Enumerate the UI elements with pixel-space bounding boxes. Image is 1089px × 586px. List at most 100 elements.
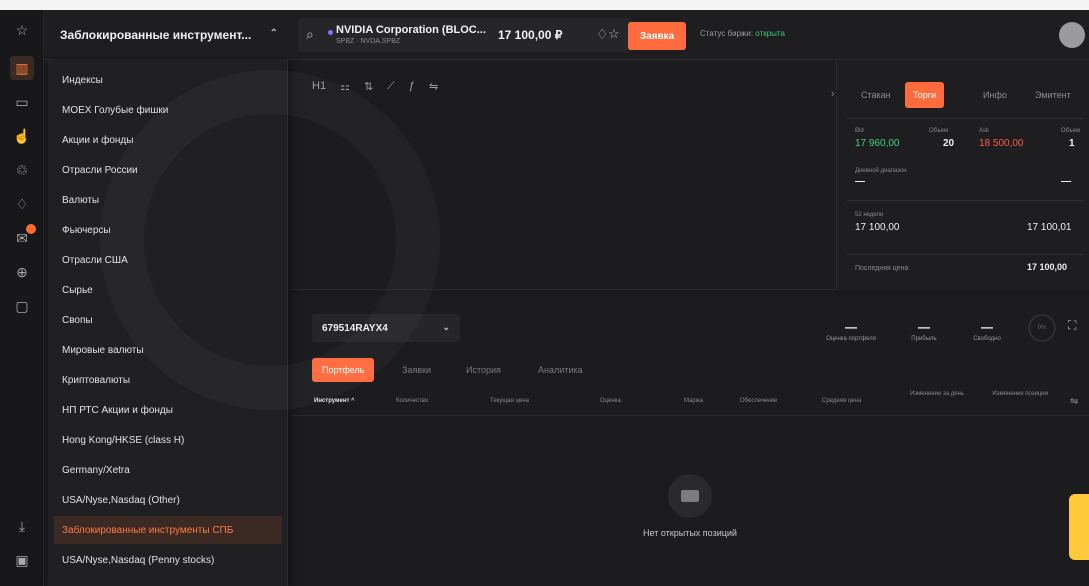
dropdown-item[interactable]: Валюты [54, 186, 282, 214]
side-help-tab[interactable] [1069, 494, 1089, 560]
chevron-right-icon[interactable]: › [831, 88, 835, 100]
candles-icon[interactable]: ⚏ [340, 80, 350, 93]
ask-value: 18 500,00 [979, 138, 1024, 149]
divider [847, 254, 1083, 255]
column-header[interactable]: Текущая цена [490, 398, 529, 404]
draw-tool-icon[interactable]: ⟋ [387, 80, 395, 93]
globe-icon[interactable]: ⊕ [10, 260, 34, 284]
tab-issuer[interactable]: Эмитент [1027, 82, 1079, 108]
exchange-status: Статус биржи: открыта [700, 29, 785, 38]
dropdown-item[interactable]: MOEX Голубые фишки [54, 96, 282, 124]
settings-sliders-icon[interactable]: ⇋ [429, 80, 438, 93]
column-header[interactable]: Инструмент ^ [314, 398, 355, 404]
favorite-star-icon[interactable]: ☆ [608, 26, 620, 42]
bid-value: 17 960,00 [855, 138, 900, 149]
dropdown-item[interactable]: Отрасли России [54, 156, 282, 184]
dropdown-item[interactable]: USA/Nyse,Nasdaq (Penny stocks) [54, 546, 282, 574]
tab-orderbook[interactable]: Стакан [853, 82, 899, 108]
bell-icon[interactable]: ♢ [10, 192, 34, 216]
dropdown-item[interactable]: Germany/Xetra [54, 456, 282, 484]
dropdown-item-selected[interactable]: Заблокированные инструменты СПБ [54, 516, 282, 544]
avatar[interactable] [1059, 22, 1085, 48]
right-panel-tabs: › Стакан Торги Инфо Эмитент [831, 82, 1089, 108]
expand-icon[interactable]: ⛶ [1068, 318, 1076, 333]
compare-icon[interactable]: ⇅ [364, 80, 373, 93]
dropdown-item[interactable]: Акции и фонды [54, 126, 282, 154]
last-price-row: Последняя цена 17 100,00 [855, 262, 1075, 282]
chevron-down-icon: ⌄ [442, 322, 450, 332]
weeks52-high: 17 100,01 [1027, 222, 1072, 233]
daily-range: Дневной диапазон — — [855, 168, 1075, 198]
instrument-name: NVIDIA Corporation (BLOC... [336, 24, 486, 36]
chart-area[interactable]: H1 ⚏ ⇅ ⟋ ƒ ⇋ [290, 60, 836, 290]
instrument-search[interactable]: ⌕ NVIDIA Corporation (BLOC... SPBZ · NVD… [298, 18, 632, 52]
tab-info[interactable]: Инфо [975, 82, 1015, 108]
ask-volume: 1 [1069, 138, 1075, 149]
account-select[interactable]: 679514RAYX4 ⌄ [312, 314, 460, 342]
dropdown-item[interactable]: Сырье [54, 276, 282, 304]
tab-analytics[interactable]: Аналитика [528, 358, 593, 382]
tab-history[interactable]: История [456, 358, 511, 382]
chart-icon[interactable]: ▥ [10, 56, 34, 80]
instrument-ticker: SPBZ · NVDA.SPBZ [336, 38, 401, 45]
daily-range-high: — [1061, 176, 1071, 187]
wallet-icon[interactable]: ▭ [10, 90, 34, 114]
recycle-icon[interactable]: ♲ [10, 158, 34, 182]
exchange-status-value: открыта [755, 29, 785, 38]
metric-value: — [918, 320, 930, 334]
group-select-label: Заблокированные инструмент... [60, 28, 252, 42]
empty-state-icon [668, 474, 712, 518]
dropdown-item[interactable]: НП РТС Акции и фонды [54, 396, 282, 424]
instrument-dot [328, 30, 333, 35]
metric-value: — [845, 320, 857, 334]
dropdown-item[interactable]: Фьючерсы [54, 216, 282, 244]
instrument-group-select[interactable]: Заблокированные инструмент... ⌃ [50, 18, 286, 52]
metric-label: Прибыль [911, 336, 937, 342]
metric-portfolio-value: — Оценка портфеля [816, 320, 886, 342]
bid-label: Bid [855, 128, 864, 134]
last-price-value: 17 100,00 [1027, 262, 1068, 272]
metric-label: Свободно [973, 336, 1001, 342]
chart-toolbar: H1 ⚏ ⇅ ⟋ ƒ ⇋ [312, 80, 438, 93]
dropdown-item[interactable]: Мировые валюты [54, 336, 282, 364]
column-header[interactable]: Оценка [600, 398, 621, 404]
mail-icon[interactable]: ✉ [10, 224, 36, 250]
download-icon[interactable]: ⤓ [10, 514, 34, 538]
star-icon[interactable]: ☆ [10, 18, 34, 42]
search-icon: ⌕ [306, 26, 314, 42]
top-strip [0, 0, 1089, 10]
dropdown-item[interactable]: Индексы [54, 66, 282, 94]
alert-bell-icon[interactable]: ♢ [596, 26, 609, 43]
interval-button[interactable]: H1 [312, 80, 326, 93]
divider [847, 118, 1083, 119]
column-header[interactable]: Средняя цена [822, 398, 861, 404]
right-panel: › Стакан Торги Инфо Эмитент Bid 17 960,0… [831, 60, 1089, 290]
metric-free: — Свободно [962, 320, 1012, 342]
tab-portfolio[interactable]: Портфель [312, 358, 375, 382]
thumbs-up-icon[interactable]: ☝ [10, 124, 34, 148]
column-header[interactable]: Маржа [684, 398, 703, 404]
column-header[interactable]: Обеспечение [740, 398, 777, 404]
column-header[interactable]: Изменение позиции [990, 391, 1048, 397]
video-icon[interactable]: ▣ [10, 548, 34, 572]
function-icon[interactable]: ƒ [409, 80, 415, 93]
column-header[interactable]: Изменение за день [900, 391, 964, 397]
account-number: 679514RAYX4 [322, 322, 388, 334]
exchange-status-label: Статус биржи: [700, 29, 754, 38]
column-settings-icon[interactable]: ⇋ [1070, 396, 1078, 407]
chat-icon[interactable]: ▢ [10, 294, 34, 318]
bid-ask-row: Bid 17 960,00 Объем 20 Ask 18 500,00 Объ… [855, 128, 1085, 162]
tab-orders[interactable]: Заявки [392, 358, 441, 382]
percent-circle: 0% [1028, 314, 1056, 342]
tab-trades[interactable]: Торги [905, 82, 945, 108]
order-button[interactable]: Заявка [628, 22, 686, 50]
last-price-label: Последняя цена [855, 265, 909, 272]
top-bar: Заблокированные инструмент... ⌃ ⌕ NVIDIA… [44, 10, 1089, 60]
dropdown-item[interactable]: USA/Nyse,Nasdaq (Other) [54, 486, 282, 514]
dropdown-item[interactable]: Свопы [54, 306, 282, 334]
dropdown-item[interactable]: Криптовалюты [54, 366, 282, 394]
column-header[interactable]: Количество [396, 398, 428, 404]
dropdown-item[interactable]: Отрасли США [54, 246, 282, 274]
icon-rail: ☆ ▥ ▭ ☝ ♲ ♢ ✉ ⊕ ▢ ⤓ ▣ [0, 10, 44, 586]
dropdown-item[interactable]: Hong Kong/HKSE (class H) [54, 426, 282, 454]
